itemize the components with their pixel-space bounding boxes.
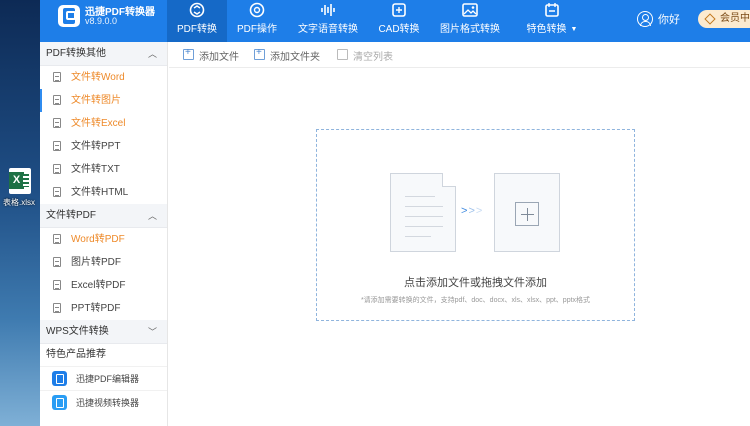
chevron-up-icon: ︿	[147, 211, 157, 221]
featured-pdf-editor[interactable]: 迅捷PDF编辑器	[40, 366, 167, 390]
user-name: 你好	[658, 14, 680, 26]
document-icon	[53, 234, 61, 244]
chevron-down-icon: ﹀	[147, 327, 157, 337]
sidebar-item-file-to-ppt[interactable]: 文件转PPT	[40, 135, 167, 158]
nav-tab-pdf-operate[interactable]: PDF操作	[227, 0, 287, 42]
clear-list-label: 清空列表	[353, 52, 393, 63]
featured-item-label: 迅捷PDF编辑器	[76, 374, 140, 384]
image-icon	[462, 3, 478, 17]
add-folder-button[interactable]: 添加文件夹	[254, 47, 320, 63]
main-nav: PDF转换 PDF操作 文字语音转换 CAD转换 图片格式转换 特色转换 ▼	[167, 0, 593, 42]
add-folder-icon	[254, 47, 265, 60]
sidebar-item-file-to-word[interactable]: 文件转Word	[40, 66, 167, 89]
drop-zone-hint-text: *请添加需要转换的文件，支持pdf、doc、docx、xls、xlsx、ppt、…	[360, 297, 591, 304]
section-title: 文件转PDF	[46, 210, 96, 221]
nav-tab-label: 文字语音转换	[298, 24, 358, 35]
document-icon	[53, 280, 61, 290]
sidebar-item-excel-to-pdf[interactable]: Excel转PDF	[40, 274, 167, 297]
nav-tab-label: 图片格式转换	[440, 24, 500, 35]
featured-item-label: 迅捷视频转换器	[76, 398, 140, 408]
sidebar-item-label: Word转PDF	[71, 234, 125, 245]
sidebar-item-label: 图片转PDF	[71, 257, 121, 268]
nav-tab-image-format[interactable]: 图片格式转换	[429, 0, 511, 42]
sidebar-section-file-to-pdf[interactable]: 文件转PDF ︿	[40, 204, 167, 228]
sidebar-item-image-to-pdf[interactable]: 图片转PDF	[40, 251, 167, 274]
drop-zone-main-text: 点击添加文件或拖拽文件添加	[404, 277, 547, 289]
sidebar-item-label: 文件转Word	[71, 72, 125, 83]
sidebar-item-ppt-to-pdf[interactable]: PPT转PDF	[40, 297, 167, 320]
section-title: PDF转换其他	[46, 48, 106, 59]
document-icon	[53, 141, 61, 151]
document-illustration-icon	[390, 173, 456, 252]
file-toolbar: 添加文件 添加文件夹 清空列表	[169, 42, 750, 68]
sidebar-item-label: 文件转PPT	[71, 141, 121, 152]
arrow-right-icon: >>>	[461, 205, 484, 217]
sidebar-item-file-to-excel[interactable]: 文件转Excel	[40, 112, 167, 135]
main-content: 添加文件 添加文件夹 清空列表 >>> 点击添加文件或拖拽文件添加 *请添加需要…	[169, 42, 750, 426]
pdf-editor-app-icon	[52, 371, 67, 386]
trash-icon	[337, 49, 348, 60]
add-file-button[interactable]: 添加文件	[183, 47, 239, 63]
featured-video-converter[interactable]: 迅捷视频转换器	[40, 390, 167, 414]
sidebar: PDF转换其他 ︿ 文件转Word 文件转图片 文件转Excel 文件转PPT …	[40, 42, 168, 426]
sidebar-item-file-to-html[interactable]: 文件转HTML	[40, 181, 167, 204]
document-icon	[53, 303, 61, 313]
image-file-icon	[53, 95, 61, 105]
document-icon	[53, 164, 61, 174]
add-file-label: 添加文件	[199, 52, 239, 63]
pdf-convert-icon	[189, 2, 205, 18]
add-file-icon	[183, 47, 194, 60]
top-bar: 迅捷PDF转换器 v8.9.0.0 PDF转换 PDF操作 文字语音转换 CAD…	[40, 0, 750, 42]
featured-products-title: 特色产品推荐	[46, 349, 106, 360]
user-account[interactable]: 你好	[637, 11, 680, 27]
sidebar-item-file-to-txt[interactable]: 文件转TXT	[40, 158, 167, 181]
document-icon	[53, 118, 61, 128]
nav-tab-pdf-convert[interactable]: PDF转换	[167, 0, 227, 42]
sidebar-section-pdf-convert-other[interactable]: PDF转换其他 ︿	[40, 42, 167, 66]
sidebar-item-word-to-pdf[interactable]: Word转PDF	[40, 228, 167, 251]
image-file-icon	[53, 257, 61, 267]
nav-tab-label: PDF转换	[177, 24, 217, 35]
vip-center-label: 会员中心	[720, 13, 750, 24]
excel-file-icon: X	[9, 168, 31, 194]
nav-tab-label: CAD转换	[378, 24, 420, 35]
sidebar-item-label: 文件转TXT	[71, 164, 120, 175]
clear-list-button[interactable]: 清空列表	[337, 48, 393, 63]
app-version: v8.9.0.0	[85, 16, 118, 26]
nav-tab-label: PDF操作	[237, 24, 277, 35]
sidebar-item-label: 文件转Excel	[71, 118, 126, 129]
add-folder-label: 添加文件夹	[270, 52, 320, 63]
add-plus-icon[interactable]	[494, 173, 560, 252]
sidebar-item-label: 文件转HTML	[71, 187, 129, 198]
user-icon	[637, 11, 653, 27]
vip-center-button[interactable]: 会员中心	[698, 10, 750, 28]
sidebar-item-label: Excel转PDF	[71, 280, 126, 291]
voice-wave-icon	[321, 4, 335, 16]
diamond-icon	[704, 13, 716, 25]
sidebar-item-file-to-image[interactable]: 文件转图片	[40, 89, 167, 112]
sidebar-item-label: 文件转图片	[71, 95, 121, 106]
app-logo-icon	[58, 5, 80, 27]
nav-tab-special[interactable]: 特色转换 ▼	[511, 0, 593, 42]
file-drop-zone[interactable]: >>> 点击添加文件或拖拽文件添加 *请添加需要转换的文件，支持pdf、doc、…	[316, 129, 635, 321]
desktop-background: X 表格.xlsx	[0, 0, 40, 426]
chevron-up-icon: ︿	[147, 49, 157, 59]
video-converter-app-icon	[52, 395, 67, 410]
cad-icon	[392, 3, 406, 17]
nav-tab-cad[interactable]: CAD转换	[369, 0, 429, 42]
app-window: 迅捷PDF转换器 v8.9.0.0 PDF转换 PDF操作 文字语音转换 CAD…	[40, 0, 750, 426]
desktop-file-label: 表格.xlsx	[3, 198, 35, 207]
document-icon	[53, 72, 61, 82]
section-title: WPS文件转换	[46, 326, 109, 337]
pdf-operate-icon	[249, 2, 265, 18]
sidebar-section-wps[interactable]: WPS文件转换 ﹀	[40, 320, 167, 344]
nav-tab-text-voice[interactable]: 文字语音转换	[287, 0, 369, 42]
desktop-file-xlsx[interactable]: X 表格.xlsx	[2, 168, 38, 208]
special-convert-icon	[545, 3, 559, 17]
document-icon	[53, 187, 61, 197]
sidebar-item-label: PPT转PDF	[71, 303, 121, 314]
nav-tab-label: 特色转换	[526, 24, 567, 35]
chevron-down-icon: ▼	[570, 26, 578, 33]
